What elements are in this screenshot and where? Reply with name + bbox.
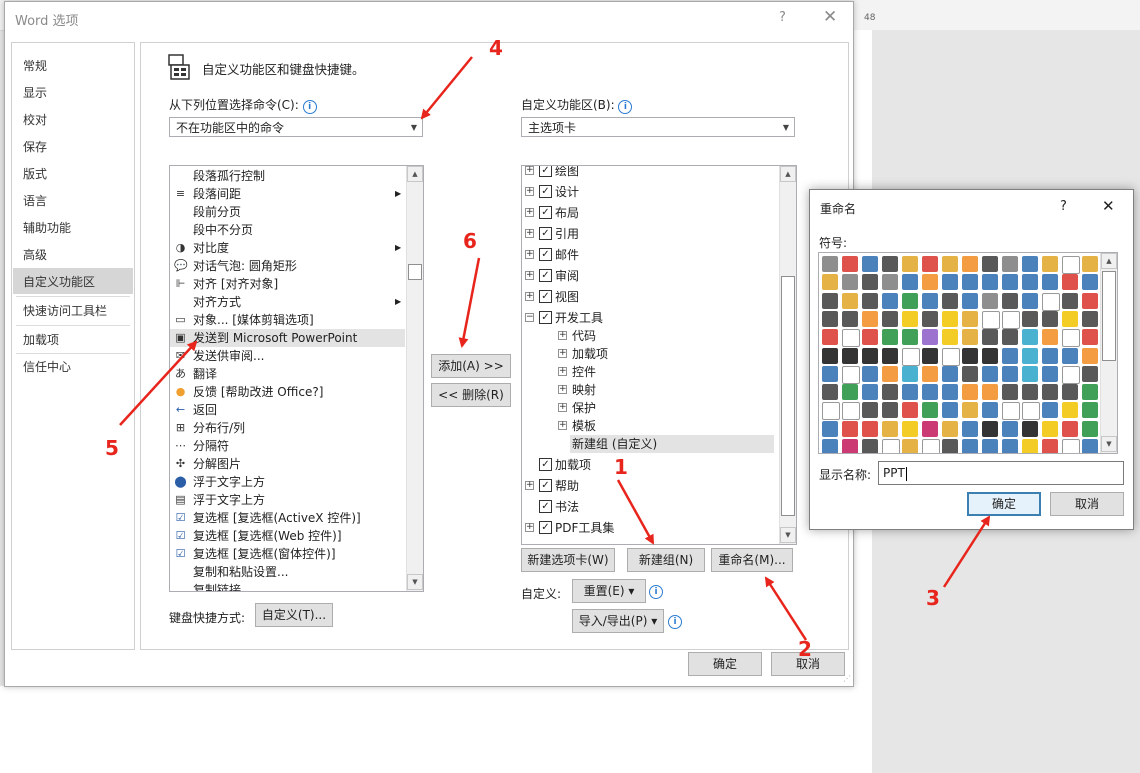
annotation-arrows [119, 56, 991, 641]
annotation-6: 6 [463, 229, 477, 253]
annotation-5: 5 [105, 436, 119, 460]
arrow-1 [616, 479, 655, 545]
arrow-3 [942, 515, 991, 588]
arrow-4 [420, 56, 473, 120]
arrow-6 [458, 257, 481, 348]
annotation-1: 1 [614, 455, 628, 479]
arrow-5 [119, 340, 198, 426]
arrow-2 [764, 576, 808, 641]
annotation-3: 3 [926, 586, 940, 610]
annotation-2: 2 [798, 637, 812, 661]
annotation-4: 4 [489, 36, 503, 60]
